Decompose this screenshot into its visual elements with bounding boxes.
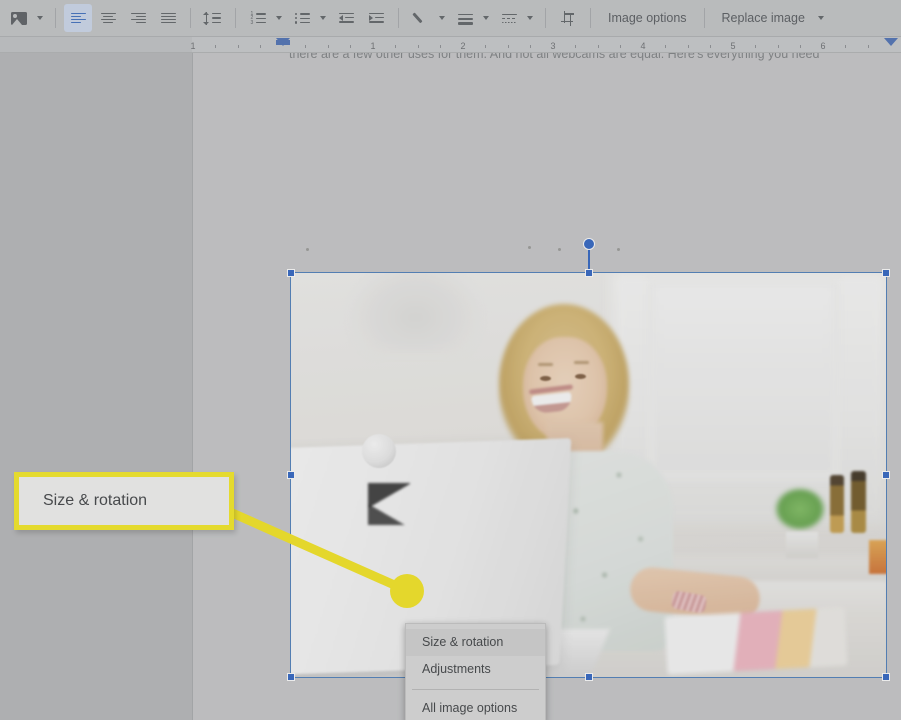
replace-image-caret-icon[interactable] (815, 4, 827, 32)
document-paragraph-above: there are a few other uses for them. And… (289, 53, 820, 61)
crop-button[interactable] (554, 4, 582, 32)
ruler-number: 2 (460, 41, 466, 51)
ruler-number: 5 (730, 41, 736, 51)
bulleted-list-button[interactable] (288, 4, 316, 32)
anchor-dot (617, 248, 620, 251)
align-right-icon (130, 12, 146, 24)
align-left-icon (70, 12, 86, 24)
toolbar-divider (235, 8, 236, 28)
increase-indent-button[interactable] (362, 4, 390, 32)
border-color-button[interactable] (407, 4, 435, 32)
toolbar-divider (55, 8, 56, 28)
callout-box: Size & rotation (14, 472, 234, 530)
border-dash-button[interactable] (495, 4, 523, 32)
decrease-indent-icon (338, 12, 354, 24)
toolbar-divider (190, 8, 191, 28)
align-center-button[interactable] (94, 4, 122, 32)
ruler-number: 1 (370, 41, 376, 51)
align-justify-icon (160, 12, 176, 24)
image-context-menu: Size & rotation Adjustments All image op… (405, 623, 546, 720)
image-toolbar: 1 2 3 Image options Replace image (0, 0, 901, 37)
photo-content (290, 272, 887, 678)
align-right-button[interactable] (124, 4, 152, 32)
ruler[interactable]: 1 1 2 3 4 5 6 (0, 37, 901, 53)
decrease-indent-button[interactable] (332, 4, 360, 32)
bulleted-list-caret-icon[interactable] (317, 4, 329, 32)
toolbar-divider (545, 8, 546, 28)
align-center-icon (100, 12, 116, 24)
align-left-button[interactable] (64, 4, 92, 32)
image-options-button[interactable]: Image options (598, 4, 697, 32)
numbered-list-caret-icon[interactable] (273, 4, 285, 32)
ruler-number: 6 (820, 41, 826, 51)
image-options-label: Image options (608, 11, 687, 25)
line-spacing-icon (203, 11, 221, 25)
align-justify-button[interactable] (154, 4, 182, 32)
anchor-dot (558, 248, 561, 251)
border-weight-icon (457, 13, 473, 25)
menu-item-all-image-options[interactable]: All image options (406, 695, 545, 720)
callout-label: Size & rotation (43, 492, 148, 509)
border-weight-button[interactable] (451, 4, 479, 32)
menu-item-size-and-rotation[interactable]: Size & rotation (406, 629, 545, 656)
replace-image-label: Replace image (721, 11, 805, 25)
pencil-icon (414, 11, 429, 26)
callout-target-dot (390, 574, 424, 608)
selected-image[interactable] (290, 272, 887, 678)
menu-item-adjustments[interactable]: Adjustments (406, 656, 545, 683)
border-color-caret-icon[interactable] (436, 4, 448, 32)
anchor-dot (306, 248, 309, 251)
bulleted-list-icon (294, 12, 310, 24)
image-icon (11, 11, 27, 25)
anchor-dot (528, 246, 531, 249)
document-canvas: there are a few other uses for them. And… (0, 53, 901, 720)
toolbar-divider (590, 8, 591, 28)
ruler-number: 4 (640, 41, 646, 51)
image-icon-button[interactable] (5, 4, 33, 32)
toolbar-divider (703, 8, 705, 28)
ruler-number: 1 (190, 41, 196, 51)
border-dash-caret-icon[interactable] (524, 4, 536, 32)
increase-indent-icon (368, 12, 384, 24)
left-indent-marker[interactable] (276, 38, 290, 46)
border-dash-icon (501, 13, 517, 24)
numbered-list-icon: 1 2 3 (251, 11, 266, 25)
ruler-page-area (192, 37, 901, 52)
border-weight-caret-icon[interactable] (480, 4, 492, 32)
app-root: 1 2 3 Image options Replace image 1 1 2 … (0, 0, 901, 720)
line-spacing-button[interactable] (199, 4, 227, 32)
image-dropdown-caret-icon[interactable] (34, 4, 46, 32)
right-indent-marker[interactable] (884, 38, 898, 46)
numbered-list-button[interactable]: 1 2 3 (244, 4, 272, 32)
replace-image-button[interactable]: Replace image (712, 4, 829, 32)
ruler-number: 3 (550, 41, 556, 51)
crop-icon (560, 10, 576, 26)
toolbar-divider (398, 8, 399, 28)
menu-divider (412, 689, 539, 690)
